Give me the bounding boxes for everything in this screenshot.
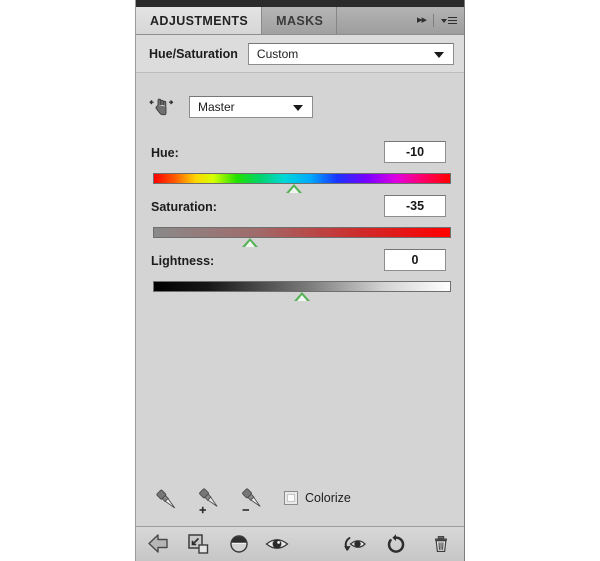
saturation-label: Saturation: [151,200,217,214]
lightness-gradient-track [153,281,451,292]
lightness-label-row: Lightness: 0 [151,249,451,273]
expanded-view-button[interactable] [186,532,212,556]
saturation-input-value: -35 [405,199,425,213]
tab-masks[interactable]: MASKS [262,7,338,34]
lightness-track-wrap[interactable] [153,281,451,301]
tab-bar-controls: ▸▸ [417,7,464,34]
panel-tab-bar: ADJUSTMENTS MASKS ▸▸ [136,7,464,35]
lightness-slider-thumb[interactable] [294,292,310,301]
page-title: Hue/Saturation [149,46,238,61]
lightness-input-value: 0 [411,253,419,267]
channel-dropdown[interactable]: Master [189,96,313,118]
panel-header-row: Hue/Saturation Custom [136,35,464,73]
targeted-adjustment-tool-icon[interactable] [149,94,175,120]
saturation-gradient-track [153,227,451,238]
colorize-checkbox[interactable] [284,491,298,505]
panel-menu-caret [441,18,447,23]
preset-dropdown-value: Custom [256,46,299,61]
panel-menu-icon[interactable] [441,16,457,25]
hue-track-wrap[interactable] [153,173,451,193]
hue-label-row: Hue: -10 [151,141,451,165]
panel-body: Master Hue: -10 Saturation: -35 Lightnes… [136,73,466,561]
tab-bar-divider [433,14,434,27]
tab-bar-spacer [337,7,417,34]
sampler-tools-row: Colorize [136,478,466,522]
hue-slider-thumb[interactable] [285,184,302,193]
lightness-slider-group: Lightness: 0 [136,249,466,301]
return-to-adjustment-list-button[interactable] [146,532,172,556]
hue-input-value: -10 [405,145,425,159]
saturation-track-wrap[interactable] [153,227,451,247]
hue-spectrum-track [153,173,451,184]
collapse-to-icons-icon[interactable]: ▸▸ [417,15,427,26]
tab-masks-label: MASKS [276,13,324,28]
preset-dropdown[interactable]: Custom [247,42,454,65]
lightness-label: Lightness: [151,254,215,268]
screenshot-stage: ADJUSTMENTS MASKS ▸▸ Hue/Saturation Cust… [0,0,600,561]
chevron-down-icon [434,51,444,58]
hue-slider-group: Hue: -10 [136,141,466,193]
adjustments-panel: ADJUSTMENTS MASKS ▸▸ Hue/Saturation Cust… [135,0,465,561]
sample-color-dropper-icon[interactable] [152,486,182,516]
panel-footer-toolbar [136,526,464,561]
channel-row: Master [149,93,449,121]
lightness-input[interactable]: 0 [384,249,446,271]
tab-adjustments[interactable]: ADJUSTMENTS [136,7,263,34]
subtract-from-sample-dropper-icon[interactable] [238,486,268,516]
tab-adjustments-label: ADJUSTMENTS [150,13,249,28]
delete-adjustment-layer-button[interactable] [428,532,454,556]
colorize-label: Colorize [305,491,351,505]
panel-menu-lines [448,16,457,25]
saturation-slider-thumb[interactable] [241,238,258,247]
reset-adjustment-button[interactable] [383,532,409,556]
chevron-down-icon [293,105,303,111]
saturation-input[interactable]: -35 [384,195,446,217]
add-to-sample-dropper-icon[interactable] [195,486,225,516]
hue-label: Hue: [151,146,179,160]
clip-to-layer-button[interactable] [226,532,252,556]
preview-previous-state-button[interactable] [341,532,367,556]
channel-dropdown-value: Master [198,100,235,114]
saturation-slider-group: Saturation: -35 [136,195,466,247]
saturation-label-row: Saturation: -35 [151,195,451,219]
toggle-layer-visibility-button[interactable] [264,532,290,556]
colorize-checkbox-row[interactable]: Colorize [284,491,351,505]
panel-top-chrome [136,0,464,7]
hue-input[interactable]: -10 [384,141,446,163]
